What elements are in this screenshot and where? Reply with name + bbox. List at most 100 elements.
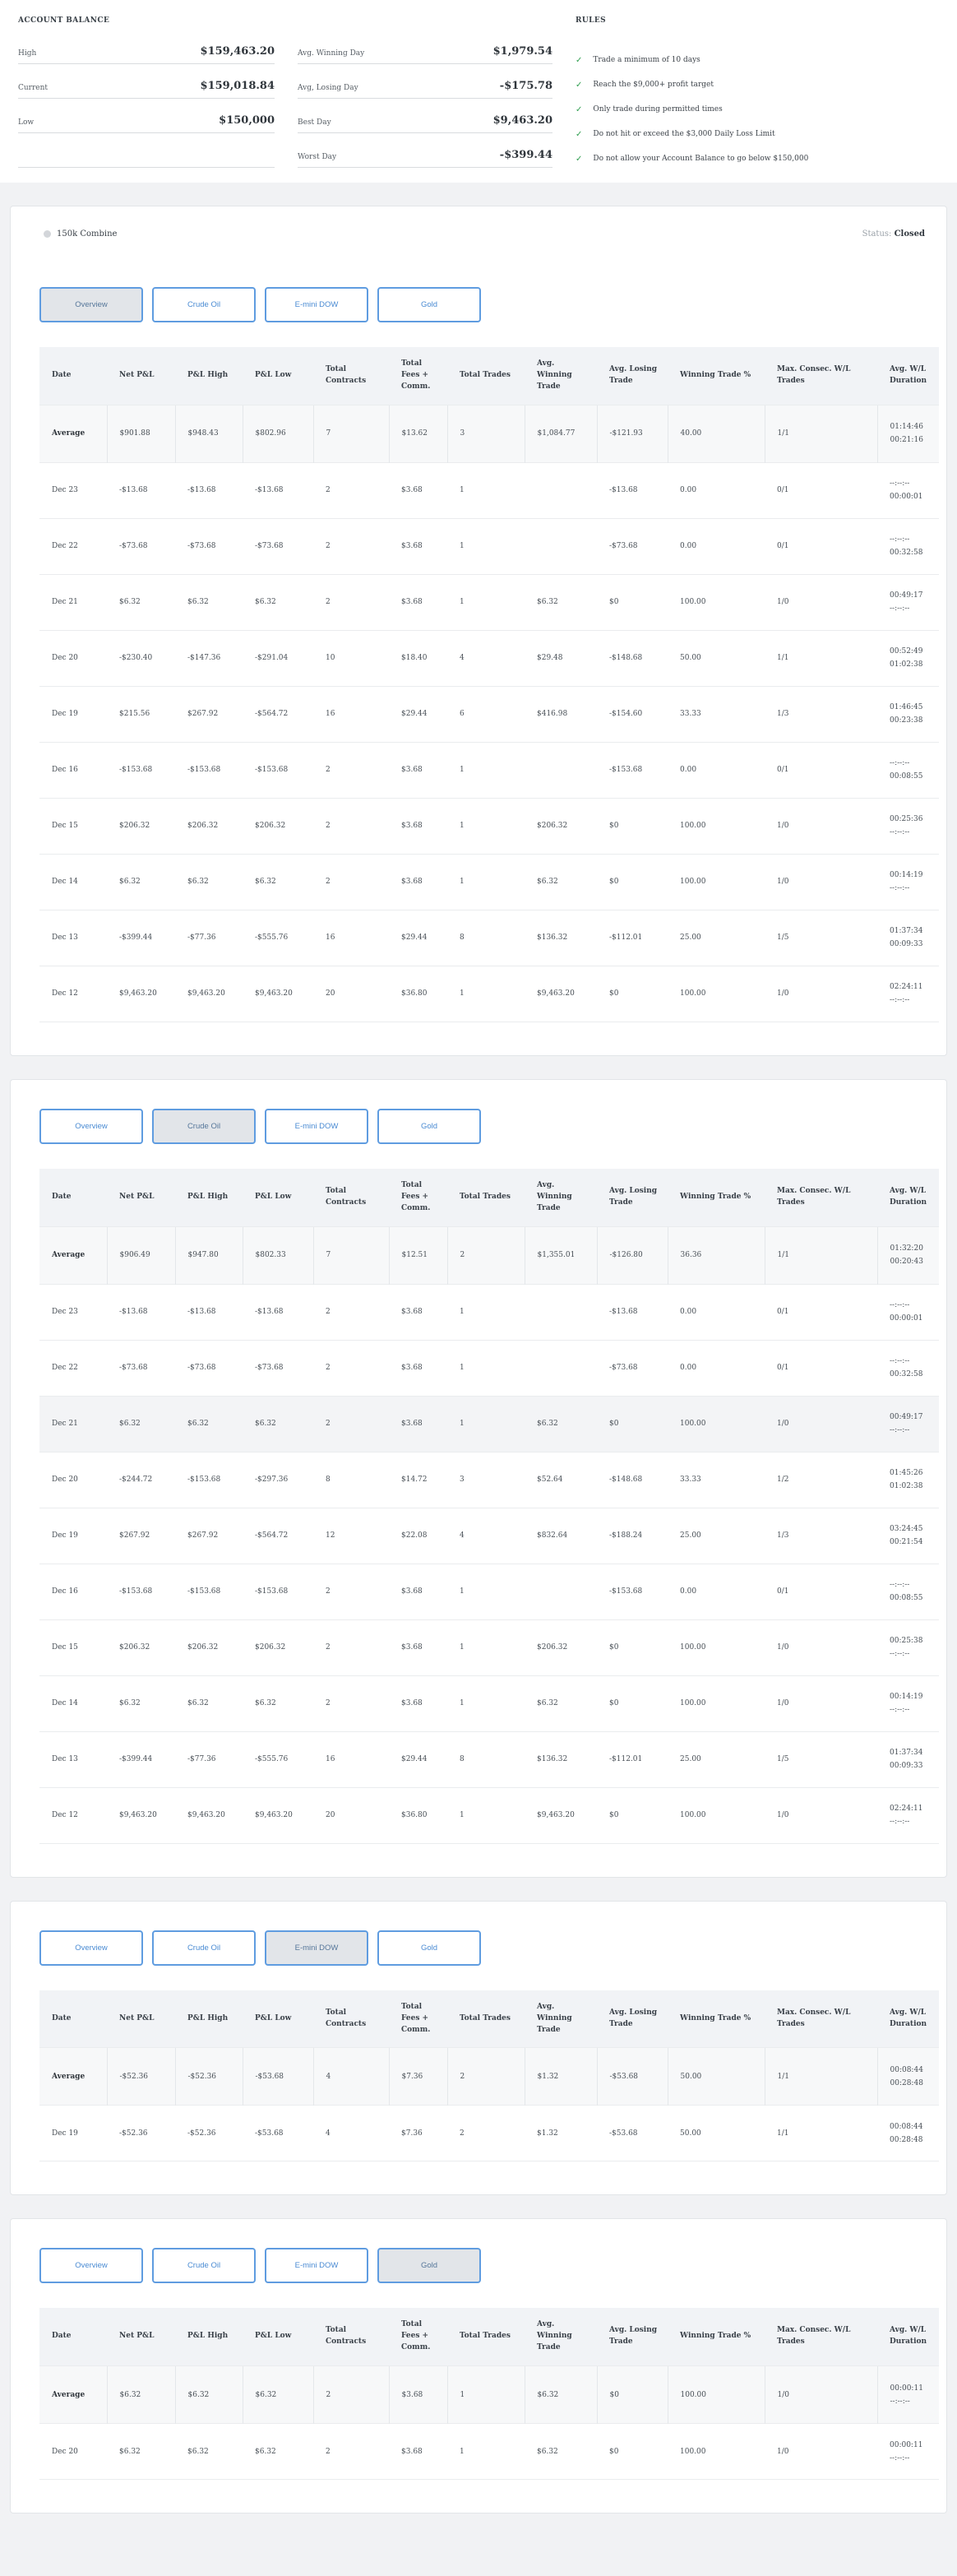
duration-win: 01:32:20: [890, 1244, 923, 1253]
table-row[interactable]: Dec 16 -$153.68 -$153.68 -$153.68 2 $3.6…: [39, 1563, 939, 1620]
table-row[interactable]: Dec 15 $206.32 $206.32 $206.32 2 $3.68 1…: [39, 1619, 939, 1676]
table-row[interactable]: Dec 21 $6.32 $6.32 $6.32 2 $3.68 1 $6.32…: [39, 1395, 939, 1452]
cell-date: Average: [39, 1225, 107, 1285]
table-row[interactable]: Dec 19 $215.56 $267.92 -$564.72 16 $29.4…: [39, 685, 939, 743]
table-row[interactable]: Average -$52.36 -$52.36 -$53.68 4 $7.36 …: [39, 2047, 939, 2106]
cell-avg-wl-duration: 03:24:45 00:21:54: [877, 1507, 939, 1564]
stat-row: [18, 133, 275, 168]
duration-loss: 00:23:38: [890, 716, 923, 725]
cell-net-pnl: -$73.68: [107, 517, 175, 575]
instrument-tab[interactable]: E-mini DOW: [265, 287, 368, 322]
cell-pnl-low: -$297.36: [243, 1451, 313, 1508]
table-row[interactable]: Dec 20 -$244.72 -$153.68 -$297.36 8 $14.…: [39, 1451, 939, 1508]
status-badge: Status: Closed: [862, 229, 925, 239]
cell-date: Dec 21: [39, 1395, 107, 1452]
table-row[interactable]: Dec 16 -$153.68 -$153.68 -$153.68 2 $3.6…: [39, 741, 939, 799]
cell-max-consec: 1/0: [765, 853, 877, 910]
table-body: Average $6.32 $6.32 $6.32 2 $3.68 1 $6.3…: [39, 2365, 939, 2481]
cell-max-consec: 1/1: [764, 404, 877, 463]
cell-date: Dec 19: [39, 685, 107, 743]
duration-loss: --:--:--: [890, 996, 910, 1005]
duration-win: --:--:--: [890, 535, 910, 544]
cell-avg-winning-trade: [525, 741, 597, 799]
cell-net-pnl: -$230.40: [107, 629, 175, 687]
cell-total-fees: $3.68: [389, 1339, 447, 1397]
instrument-tab[interactable]: Crude Oil: [152, 287, 256, 322]
instrument-tab[interactable]: Overview: [39, 1108, 143, 1144]
table-row[interactable]: Dec 23 -$13.68 -$13.68 -$13.68 2 $3.68 1…: [39, 461, 939, 519]
cell-pnl-high: -$13.68: [175, 1283, 243, 1341]
column-header: Total Fees + Comm.: [389, 1168, 447, 1227]
instrument-tab[interactable]: E-mini DOW: [265, 2248, 368, 2284]
table-row[interactable]: Average $901.88 $948.43 $802.96 7 $13.62…: [39, 404, 939, 463]
instrument-tab[interactable]: E-mini DOW: [265, 1930, 368, 1966]
instrument-tab[interactable]: Gold: [377, 1930, 481, 1966]
instrument-tab[interactable]: Overview: [39, 1930, 143, 1966]
cell-total-trades: 1: [447, 1395, 525, 1452]
cell-pnl-high: $267.92: [175, 685, 243, 743]
table-row[interactable]: Dec 22 -$73.68 -$73.68 -$73.68 2 $3.68 1…: [39, 517, 939, 575]
table-head: Date Net P&L P&L High P&L Low Total Cont…: [39, 1990, 939, 2048]
instrument-tab[interactable]: Gold: [377, 2248, 481, 2284]
table-row[interactable]: Dec 15 $206.32 $206.32 $206.32 2 $3.68 1…: [39, 797, 939, 855]
column-header: Avg. Losing Trade: [597, 347, 668, 405]
table-row[interactable]: Dec 19 $267.92 $267.92 -$564.72 12 $22.0…: [39, 1507, 939, 1564]
table-row[interactable]: Dec 14 $6.32 $6.32 $6.32 2 $3.68 1 $6.32…: [39, 853, 939, 910]
instrument-tab[interactable]: Overview: [39, 287, 143, 322]
cell-total-contracts: 16: [313, 1730, 389, 1788]
cell-total-trades: 2: [446, 2047, 525, 2106]
instrument-tab[interactable]: E-mini DOW: [265, 1108, 368, 1144]
stat-row: Worst Day -$399.44: [298, 133, 552, 168]
table-row[interactable]: Dec 20 -$230.40 -$147.36 -$291.04 10 $18…: [39, 629, 939, 687]
cell-max-consec: 1/2: [765, 1451, 877, 1508]
cell-avg-wl-duration: 01:37:34 00:09:33: [877, 909, 939, 966]
duration-loss: --:--:--: [890, 1706, 910, 1715]
instrument-tab[interactable]: Crude Oil: [152, 1108, 256, 1144]
column-header: Avg. Winning Trade: [525, 1168, 597, 1227]
instrument-tab[interactable]: Overview: [39, 2248, 143, 2284]
cell-avg-winning-trade: $416.98: [525, 685, 597, 743]
cell-avg-wl-duration: 00:52:49 01:02:38: [877, 629, 939, 687]
table-row[interactable]: Dec 19 -$52.36 -$52.36 -$53.68 4 $7.36 2…: [39, 2105, 939, 2162]
table-row[interactable]: Dec 13 -$399.44 -$77.36 -$555.76 16 $29.…: [39, 909, 939, 966]
cell-net-pnl: $9,463.20: [107, 1786, 175, 1844]
combine-card: Overview Crude Oil E-mini DOW Gold Date …: [10, 1900, 947, 2196]
cell-avg-losing-trade: -$73.68: [597, 517, 668, 575]
cell-avg-winning-trade: $1.32: [524, 2047, 597, 2106]
cell-max-consec: 0/1: [765, 741, 877, 799]
cell-max-consec: 1/5: [765, 909, 877, 966]
cell-avg-winning-trade: $6.32: [525, 1395, 597, 1452]
cell-date: Dec 23: [39, 461, 107, 519]
instrument-tab[interactable]: Crude Oil: [152, 1930, 256, 1966]
account-balance-rows: High $159,463.20 Current $159,018.84 Low…: [18, 30, 275, 168]
table-row[interactable]: Dec 14 $6.32 $6.32 $6.32 2 $3.68 1 $6.32…: [39, 1675, 939, 1732]
rule-text: Only trade during permitted times: [593, 105, 723, 114]
stat-value: $150,000: [219, 114, 275, 127]
table-row[interactable]: Dec 23 -$13.68 -$13.68 -$13.68 2 $3.68 1…: [39, 1283, 939, 1341]
instrument-tab[interactable]: Gold: [377, 287, 481, 322]
instrument-tab[interactable]: Gold: [377, 1108, 481, 1144]
cell-date: Dec 21: [39, 573, 107, 631]
title-spacer: [298, 16, 552, 30]
cell-total-fees: $7.36: [389, 2105, 447, 2162]
stat-row: Best Day $9,463.20: [298, 99, 552, 133]
cell-max-consec: 1/0: [765, 1786, 877, 1844]
column-header: Total Fees + Comm.: [389, 347, 447, 405]
cell-net-pnl: $6.32: [107, 2423, 175, 2481]
column-header: P&L High: [175, 2308, 243, 2366]
check-icon: ✓: [576, 154, 583, 164]
table-head: Date Net P&L P&L High P&L Low Total Cont…: [39, 1168, 939, 1227]
instrument-tab[interactable]: Crude Oil: [152, 2248, 256, 2284]
table-row[interactable]: Dec 13 -$399.44 -$77.36 -$555.76 16 $29.…: [39, 1730, 939, 1788]
cell-total-fees: $3.68: [389, 1563, 447, 1620]
cell-pnl-high: -$73.68: [175, 517, 243, 575]
table-row[interactable]: Dec 21 $6.32 $6.32 $6.32 2 $3.68 1 $6.32…: [39, 573, 939, 631]
cell-total-fees: $3.68: [389, 1619, 447, 1676]
table-row[interactable]: Dec 22 -$73.68 -$73.68 -$73.68 2 $3.68 1…: [39, 1339, 939, 1397]
table-row[interactable]: Dec 20 $6.32 $6.32 $6.32 2 $3.68 1 $6.32…: [39, 2423, 939, 2481]
table-row[interactable]: Dec 12 $9,463.20 $9,463.20 $9,463.20 20 …: [39, 965, 939, 1022]
table-row[interactable]: Dec 12 $9,463.20 $9,463.20 $9,463.20 20 …: [39, 1786, 939, 1844]
cell-total-contracts: 10: [313, 629, 389, 687]
table-row[interactable]: Average $6.32 $6.32 $6.32 2 $3.68 1 $6.3…: [39, 2365, 939, 2424]
table-row[interactable]: Average $906.49 $947.80 $802.33 7 $12.51…: [39, 1225, 939, 1285]
